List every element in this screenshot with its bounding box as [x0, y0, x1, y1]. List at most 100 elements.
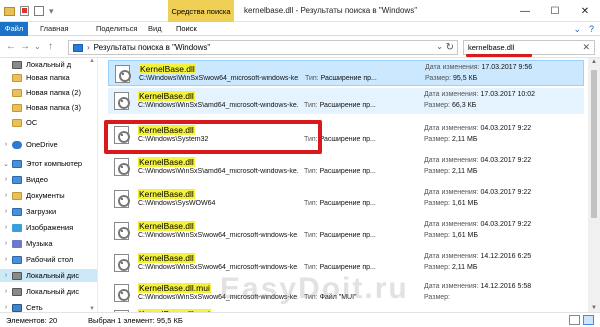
tab-search[interactable]: Поиск — [176, 22, 197, 36]
sidebar-item[interactable]: › Рабочий стол — [0, 253, 97, 266]
expand-chevron-icon[interactable]: › — [0, 192, 12, 199]
file-type: Тип: Расширение пр... — [304, 102, 376, 109]
address-dropdown-icon[interactable]: ⌄ — [436, 42, 443, 51]
back-button[interactable]: ← — [6, 41, 16, 52]
scrollbar-thumb[interactable] — [591, 70, 597, 218]
tab-home[interactable]: Главная — [40, 22, 69, 36]
results-scrollbar[interactable]: ▲ ▼ — [588, 58, 600, 312]
forward-button[interactable]: → — [20, 41, 30, 52]
sidebar-item[interactable]: Новая папка (2) — [0, 86, 97, 99]
expand-chevron-icon[interactable]: › — [0, 224, 12, 231]
details-view-icon[interactable] — [569, 315, 580, 325]
sidebar-item-label: Изображения — [26, 223, 74, 232]
ribbon-expand-icon[interactable]: ⌄ — [573, 24, 581, 35]
sidebar-item[interactable]: Новая папка (3) — [0, 101, 97, 114]
disk-icon — [12, 271, 22, 280]
expand-chevron-icon[interactable]: › — [0, 304, 12, 311]
file-name[interactable]: KernelBase.dll — [138, 253, 195, 263]
properties-icon[interactable] — [20, 6, 29, 16]
folder-icon — [12, 88, 22, 97]
sidebar-item[interactable]: › OneDrive — [0, 138, 97, 151]
search-tools-context-tab[interactable]: Средства поиска — [168, 0, 234, 22]
expand-chevron-icon[interactable]: ⌄ — [0, 160, 12, 168]
scroll-up-icon[interactable]: ▲ — [591, 59, 597, 65]
expand-chevron-icon[interactable]: › — [0, 256, 12, 263]
result-row[interactable]: KernelBase.dll C:\Windows\WinSxS\amd64_mi… — [108, 154, 584, 180]
sidebar-item[interactable]: ОС — [0, 116, 97, 129]
clear-search-icon[interactable]: ✕ — [582, 42, 590, 53]
search-box[interactable]: ✕ — [463, 40, 595, 55]
sidebar-item[interactable]: › Загрузки — [0, 205, 97, 218]
sidebar-item[interactable]: Локальный д — [0, 58, 97, 71]
recent-locations-icon[interactable]: ⌄ — [34, 42, 41, 51]
expand-chevron-icon[interactable]: › — [0, 272, 12, 279]
result-row[interactable]: KernelBase.dll C:\Windows\WinSxS\wow64_mi… — [108, 218, 584, 244]
file-size-value: 2,11 МБ — [451, 136, 478, 143]
scroll-up-icon[interactable]: ▲ — [89, 58, 95, 64]
expand-chevron-icon[interactable]: › — [0, 208, 12, 215]
file-path: C:\Windows\WinSxS\amd64_microsoft-window… — [138, 102, 298, 109]
sidebar-item[interactable]: › Документы — [0, 189, 97, 202]
file-name[interactable]: KernelBase.dll.mui — [138, 283, 211, 293]
result-row[interactable]: KernelBase.dll C:\Windows\WinSxS\amd64_mi… — [108, 88, 584, 114]
file-path: C:\Windows\WinSxS\wow64_microsoft-window… — [139, 75, 299, 82]
file-name-text: KernelBase.dll — [138, 157, 195, 167]
search-input[interactable] — [468, 43, 568, 52]
file-size-value: 2,11 МБ — [451, 168, 478, 175]
network-icon — [12, 303, 22, 312]
expand-chevron-icon[interactable]: › — [0, 176, 12, 183]
file-name[interactable]: KernelBase.dll — [138, 189, 195, 199]
folder-icon[interactable] — [4, 6, 15, 16]
breadcrumb[interactable]: Результаты поиска в "Windows" — [94, 43, 211, 52]
content-view-icon[interactable] — [583, 315, 594, 325]
file-name[interactable]: KernelBase.dll — [138, 157, 195, 167]
ribbon-tabs: Файл Главная Поделиться Вид Поиск ⌄ ? — [0, 22, 600, 36]
file-size-label: Размер: — [425, 75, 452, 82]
sidebar-item[interactable]: ⌄ Этот компьютер — [0, 157, 97, 170]
navigation-pane[interactable]: Локальный д Новая папка Новая папка (2) Нов… — [0, 58, 98, 312]
modified-date-value: 04.03.2017 9:22 — [480, 125, 532, 132]
sidebar-item-label: Новая папка — [26, 73, 70, 82]
sidebar-item-label: Локальный дис — [26, 271, 80, 280]
file-size-label: Размер: — [424, 136, 451, 143]
modified-date-value: 04.03.2017 9:22 — [480, 157, 532, 164]
scroll-down-icon[interactable]: ▼ — [591, 305, 597, 311]
sidebar-item[interactable]: › Изображения — [0, 221, 97, 234]
file-name[interactable]: KernelBase.dll — [139, 64, 196, 74]
file-name[interactable]: KernelBase.dll — [138, 91, 195, 101]
expand-chevron-icon[interactable]: › — [0, 288, 12, 295]
close-button[interactable]: ✕ — [570, 0, 600, 22]
result-row[interactable]: KernelBase.dll C:\Windows\SysWOW64 Тип: Ра… — [108, 186, 584, 212]
help-icon[interactable]: ? — [589, 24, 594, 35]
modified-date-label: Дата изменения: — [424, 91, 479, 98]
sidebar-item[interactable]: Новая папка — [0, 71, 97, 84]
address-bar[interactable]: › Результаты поиска в "Windows" ⌄ ↻ — [68, 40, 458, 55]
tab-file[interactable]: Файл — [0, 22, 28, 36]
sidebar-item[interactable]: › Локальный дис — [0, 285, 97, 298]
file-size-label: Размер: — [424, 264, 451, 271]
expand-chevron-icon[interactable]: › — [0, 141, 12, 148]
file-name[interactable]: KernelBase.dll — [138, 221, 195, 231]
refresh-icon[interactable]: ↻ — [446, 42, 454, 53]
sidebar-item[interactable]: › Сеть — [0, 301, 97, 312]
new-folder-icon[interactable] — [34, 6, 44, 16]
tab-share[interactable]: Поделиться — [96, 22, 137, 36]
sidebar-item[interactable]: › Музыка — [0, 237, 97, 250]
maximize-button[interactable]: ☐ — [540, 0, 570, 22]
modified-date: Дата изменения: 04.03.2017 9:22 — [424, 125, 531, 132]
customize-toolbar-icon[interactable]: ▾ — [49, 6, 54, 17]
tab-view[interactable]: Вид — [148, 22, 162, 36]
file-type-value: Расширение пр... — [319, 200, 376, 207]
sidebar-item[interactable]: › Локальный дис — [0, 269, 97, 282]
sidebar-item[interactable]: › Видео — [0, 173, 97, 186]
up-button[interactable]: ↑ — [48, 41, 53, 52]
expand-chevron-icon[interactable]: › — [0, 240, 12, 247]
downloads-icon — [12, 207, 22, 216]
file-name-text: KernelBase.dll.mui — [138, 283, 211, 293]
navigation-pane-scrollbar[interactable]: ▲ ▼ — [88, 58, 96, 312]
modified-date: Дата изменения: 04.03.2017 9:22 — [424, 189, 531, 196]
minimize-button[interactable]: — — [510, 0, 540, 22]
scroll-down-icon[interactable]: ▼ — [89, 306, 95, 312]
file-type: Тип: Расширение пр... — [304, 200, 376, 207]
result-row[interactable]: KernelBase.dll C:\Windows\WinSxS\wow64_mi… — [108, 60, 584, 86]
